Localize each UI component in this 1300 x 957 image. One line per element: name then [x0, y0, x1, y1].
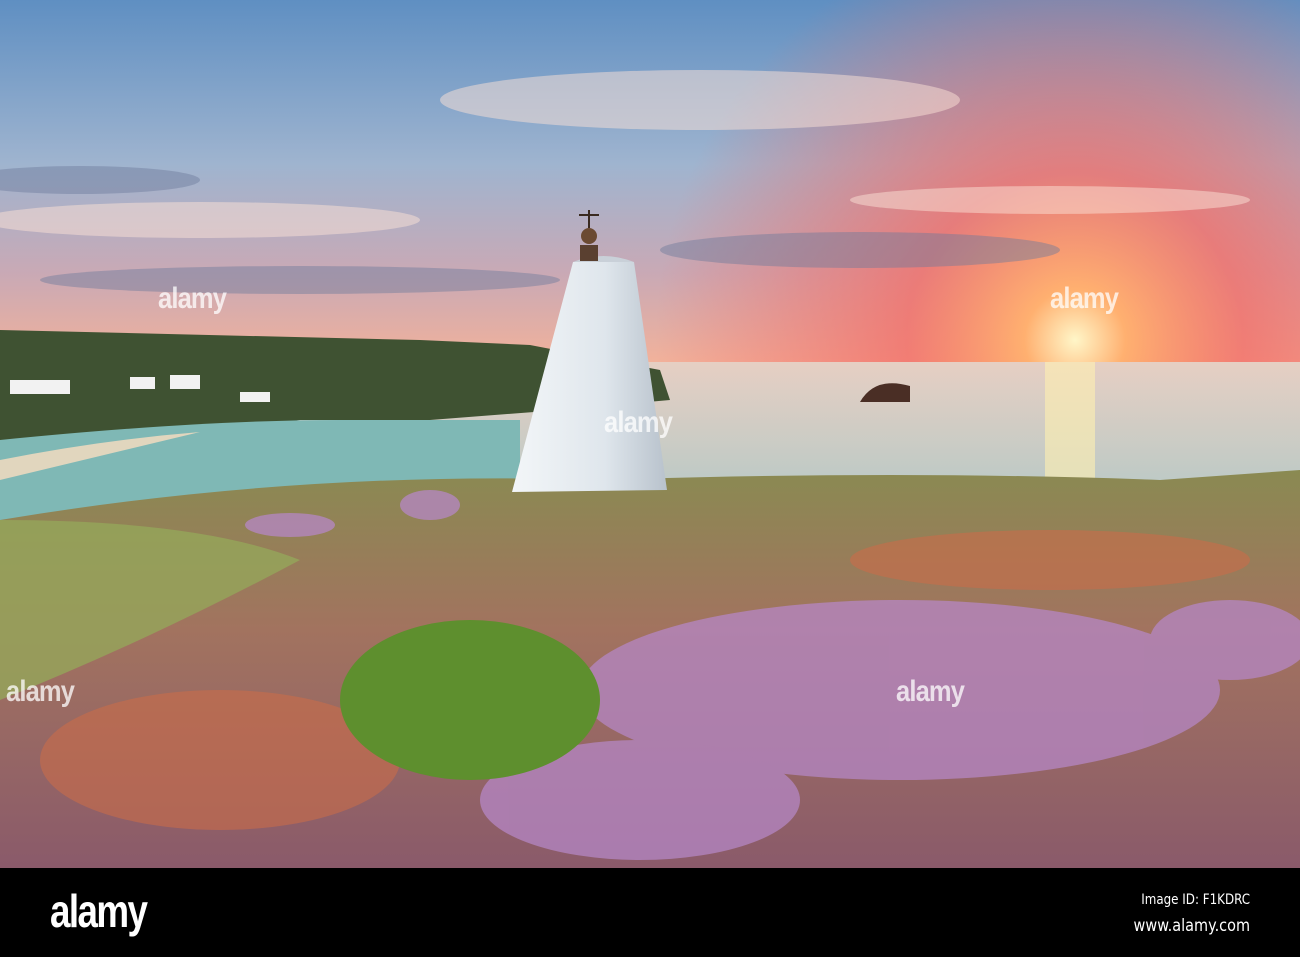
sun-reflection [1045, 362, 1095, 487]
watermark: alamy [896, 675, 965, 708]
watermark: alamy [6, 675, 75, 708]
beacon-finial-base [580, 245, 598, 261]
watermark: alamy [158, 282, 227, 315]
watermark: alamy [604, 406, 673, 439]
site-url: www.alamy.com [1133, 916, 1250, 936]
footer-bar: alamy Image ID: F1KDRC www.alamy.com [0, 868, 1300, 957]
beacon-finial [581, 228, 597, 244]
watermark: alamy [1050, 282, 1119, 315]
image-id: Image ID: F1KDRC [1141, 892, 1250, 908]
gorse-bush [340, 620, 600, 780]
alamy-logo: alamy [50, 885, 148, 937]
